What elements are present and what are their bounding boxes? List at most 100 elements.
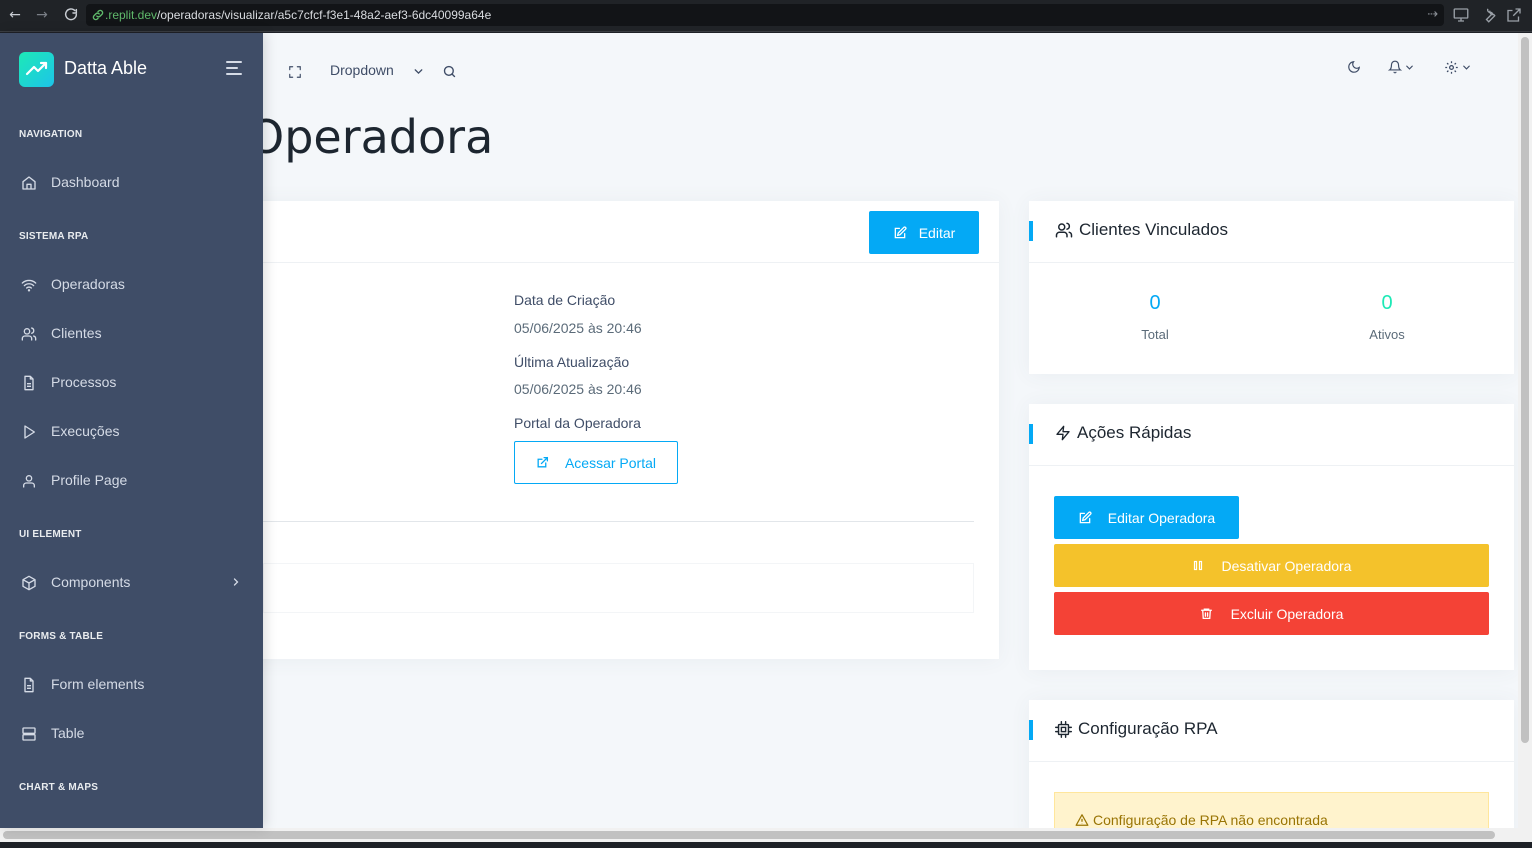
bell-icon[interactable] — [1388, 60, 1402, 74]
sidebar-item-label: Execuções — [51, 423, 120, 439]
pause-icon — [1193, 560, 1202, 571]
moon-icon[interactable] — [1347, 60, 1361, 74]
sidebar-item-label: Form elements — [51, 676, 145, 692]
back-icon[interactable]: ← — [6, 7, 24, 23]
file-text-icon — [24, 375, 34, 391]
edit-button[interactable]: Editar — [869, 211, 979, 254]
delete-operadora-label: Excluir Operadora — [1230, 605, 1344, 622]
sidebar-item-clientes[interactable]: Clientes — [0, 316, 263, 352]
section-divider — [263, 521, 974, 522]
nav-caption-sistema-rpa: SISTEMA RPA — [19, 231, 89, 242]
horizontal-scrollbar[interactable] — [0, 828, 1532, 842]
sidebar-item-label: Dashboard — [51, 174, 120, 190]
sidebar-item-label: Table — [51, 725, 85, 741]
external-link-icon — [537, 456, 548, 468]
search-icon[interactable] — [442, 64, 457, 79]
menu-toggle-icon[interactable] — [226, 61, 242, 75]
trash-icon — [1200, 608, 1212, 620]
window-bottom-edge — [0, 842, 1532, 848]
sidebar-item-dashboard[interactable]: Dashboard — [0, 165, 263, 201]
url-text: .replit.dev/operadoras/visualizar/a5c7cf… — [105, 8, 492, 22]
sidebar-item-label: Processos — [51, 374, 117, 390]
sidebar-item-table[interactable]: Table — [0, 716, 263, 752]
open-external-icon[interactable] — [1505, 6, 1523, 24]
wifi-icon — [21, 279, 37, 292]
sidebar-item-label: Profile Page — [51, 472, 128, 488]
rpa-alert-text: Configuração de RPA não encontrada — [1093, 812, 1328, 828]
chevron-down-icon[interactable] — [412, 65, 425, 78]
rpa-config-title: Configuração RPA — [1055, 719, 1218, 739]
sidebar-item-operadoras[interactable]: Operadoras — [0, 267, 263, 303]
deactivate-operadora-label: Desativar Operadora — [1221, 557, 1352, 574]
edit-icon — [894, 225, 907, 238]
empty-panel — [263, 563, 974, 613]
fullscreen-icon[interactable] — [288, 65, 302, 79]
delete-operadora-button[interactable]: Excluir Operadora — [1054, 592, 1489, 635]
header-dropdown[interactable]: Dropdown — [330, 62, 394, 78]
total-clients-value: 0 — [1149, 292, 1161, 314]
active-clients-value: 0 — [1381, 292, 1393, 314]
updated-value: 05/06/2025 às 20:46 — [514, 381, 642, 397]
vertical-scrollbar[interactable] — [1518, 33, 1532, 828]
access-portal-label: Acessar Portal — [564, 454, 657, 471]
updated-label: Última Atualização — [514, 354, 630, 370]
user-icon — [23, 475, 35, 488]
edit-icon — [1079, 510, 1092, 523]
sidebar-item-form-elements[interactable]: Form elements — [0, 667, 263, 703]
link-icon — [92, 9, 104, 21]
nav-caption-ui-element: UI ELEMENT — [19, 529, 82, 540]
address-bar[interactable]: .replit.dev/operadoras/visualizar/a5c7cf… — [86, 4, 1444, 26]
home-icon — [22, 176, 36, 190]
vertical-scrollbar-thumb[interactable] — [1521, 37, 1529, 743]
server-icon — [22, 727, 36, 741]
trending-up-icon — [25, 61, 48, 76]
reload-icon[interactable] — [62, 7, 80, 27]
chevron-down-icon[interactable] — [1461, 62, 1472, 73]
browser-toolbar: ← → .replit.dev/operadoras/visualizar/a5… — [0, 0, 1532, 32]
forward-icon[interactable]: → — [33, 7, 51, 23]
users-icon — [1055, 222, 1073, 238]
sidebar-item-label: Operadoras — [51, 276, 125, 292]
gear-icon[interactable] — [1444, 60, 1459, 75]
brand-logo[interactable] — [19, 52, 54, 87]
page-title: Operadora — [248, 110, 494, 164]
quick-actions-card: Ações Rápidas Editar Operadora Desativar… — [1029, 404, 1514, 670]
go-arrow-icon[interactable]: ⇢ — [1427, 7, 1438, 22]
sidebar-item-label: Clientes — [51, 325, 102, 341]
screen-icon[interactable] — [1452, 6, 1470, 24]
deactivate-operadora-button[interactable]: Desativar Operadora — [1054, 544, 1489, 587]
nav-caption-chart-maps: CHART & MAPS — [19, 782, 99, 793]
file-text-icon — [24, 677, 34, 693]
access-portal-button[interactable]: Acessar Portal — [514, 441, 678, 484]
quick-actions-title: Ações Rápidas — [1055, 423, 1191, 443]
active-clients-label: Ativos — [1369, 327, 1405, 342]
total-clients-label: Total — [1141, 327, 1169, 342]
clients-card-title: Clientes Vinculados — [1055, 220, 1228, 240]
sidebar-item-execucoes[interactable]: Execuções — [0, 414, 263, 450]
wrench-icon[interactable] — [1479, 6, 1497, 24]
sidebar-item-label: Components — [51, 574, 131, 590]
sidebar: Datta Able NAVIGATION Dashboard SISTEMA … — [0, 33, 263, 828]
nav-caption-navigation: NAVIGATION — [19, 129, 83, 140]
cpu-icon — [1055, 720, 1072, 738]
rpa-config-card: Configuração RPA Configuração de RPA não… — [1029, 700, 1514, 828]
horizontal-scrollbar-thumb[interactable] — [3, 831, 1495, 839]
edit-operadora-button[interactable]: Editar Operadora — [1054, 496, 1239, 539]
created-label: Data de Criação — [514, 292, 616, 308]
box-icon — [22, 575, 36, 591]
edit-button-label: Editar — [918, 224, 956, 241]
sidebar-item-components[interactable]: Components — [0, 565, 263, 601]
clients-card: Clientes Vinculados 0 Total 0 Ativos — [1029, 201, 1514, 374]
edit-operadora-label: Editar Operadora — [1107, 509, 1216, 526]
users-icon — [21, 327, 37, 341]
chevron-down-icon[interactable] — [1404, 62, 1415, 73]
play-icon — [24, 425, 35, 439]
zap-icon — [1056, 425, 1070, 441]
warning-icon — [1075, 814, 1089, 826]
portal-label: Portal da Operadora — [514, 415, 641, 431]
rpa-not-found-alert: Configuração de RPA não encontrada — [1054, 792, 1489, 828]
sidebar-item-processos[interactable]: Processos — [0, 365, 263, 401]
nav-caption-forms-table: FORMS & TABLE — [19, 631, 104, 642]
sidebar-item-profile-page[interactable]: Profile Page — [0, 463, 263, 499]
created-value: 05/06/2025 às 20:46 — [514, 320, 642, 336]
